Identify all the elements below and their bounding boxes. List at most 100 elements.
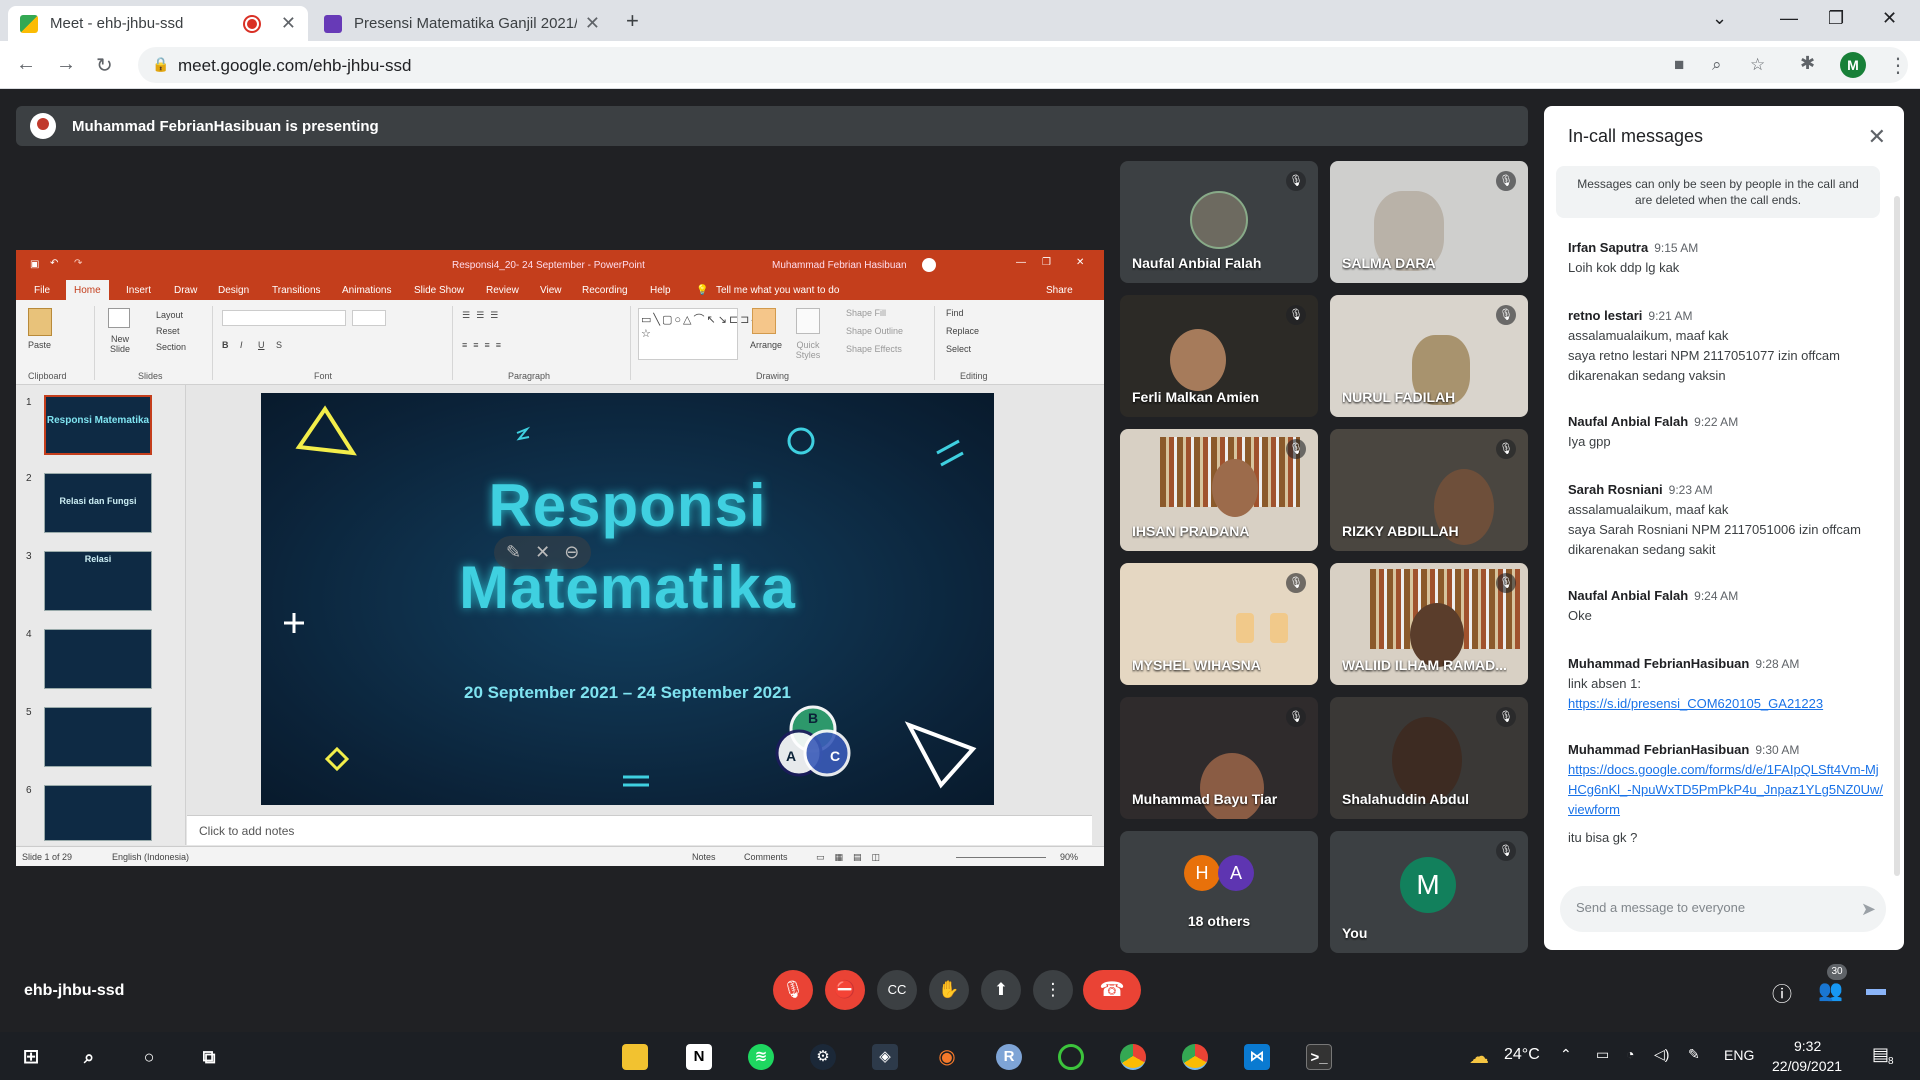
notes-toggle[interactable]: Notes xyxy=(692,852,716,862)
close-tab-icon[interactable]: ✕ xyxy=(585,13,600,34)
chrome-profile-icon[interactable] xyxy=(1182,1044,1208,1070)
shapes-gallery[interactable]: ▭╲▢○△⌒↖↘⊏⊐{}☆ xyxy=(638,308,761,360)
ppt-tab-insert[interactable]: Insert xyxy=(126,285,151,296)
italic-icon[interactable]: I xyxy=(240,340,243,350)
language-indicator[interactable]: ENG xyxy=(1724,1047,1754,1063)
send-icon[interactable]: ➤ xyxy=(1861,899,1876,920)
volume-icon[interactable]: ◁) xyxy=(1654,1046,1669,1063)
remove-icon[interactable]: ⊖ xyxy=(564,542,579,563)
participant-tile[interactable]: 🎙 NURUL FADILAH xyxy=(1330,295,1528,417)
wifi-icon[interactable]: ◔ xyxy=(1626,1046,1634,1062)
comments-toggle[interactable]: Comments xyxy=(744,852,788,862)
ppt-tab-recording[interactable]: Recording xyxy=(582,285,628,296)
shadow-icon[interactable]: S xyxy=(276,340,282,350)
ppt-tab-help[interactable]: Help xyxy=(650,285,671,296)
reload-icon[interactable]: ↻ xyxy=(96,53,113,78)
participant-tile[interactable]: 🎙 IHSAN PRADANA xyxy=(1120,429,1318,551)
quick-styles-icon[interactable] xyxy=(796,308,820,334)
omnibox[interactable]: 🔒 meet.google.com/ehb-jhbu-ssd ■ ⌕ ☆ xyxy=(138,47,1908,83)
quick-styles-button[interactable]: Quick Styles xyxy=(792,340,824,360)
paste-icon[interactable] xyxy=(28,308,52,336)
arrange-icon[interactable] xyxy=(752,308,776,334)
ppt-tab-draw[interactable]: Draw xyxy=(174,285,197,296)
clock-date[interactable]: 22/09/2021 xyxy=(1772,1058,1842,1074)
minimize-icon[interactable]: — xyxy=(1780,8,1798,29)
clock-time[interactable]: 9:32 xyxy=(1794,1038,1821,1054)
more-options-button[interactable]: ⋮ xyxy=(1033,970,1073,1010)
vscode-icon[interactable]: ⋈ xyxy=(1244,1044,1270,1070)
font-size-dropdown[interactable] xyxy=(352,310,386,326)
chat-message-input[interactable]: Send a message to everyone xyxy=(1560,886,1886,932)
participant-tile[interactable]: 🎙 SALMA DARA xyxy=(1330,161,1528,283)
redo-icon[interactable]: ↷ xyxy=(74,258,82,269)
ppt-restore-icon[interactable]: ❐ xyxy=(1042,257,1051,268)
reset-button[interactable]: Reset xyxy=(156,326,180,336)
participant-tile[interactable]: 🎙 WALIID ILHAM RAMAD... xyxy=(1330,563,1528,685)
participant-tile[interactable]: 🎙 Ferli Malkan Amien xyxy=(1120,295,1318,417)
chat-icon[interactable]: ▬ xyxy=(1866,978,1886,1001)
shape-outline-button[interactable]: Shape Outline xyxy=(846,326,903,336)
participant-tile[interactable]: 🎙 Naufal Anbial Falah xyxy=(1120,161,1318,283)
weather-temp[interactable]: 24°C xyxy=(1504,1046,1540,1064)
message-link[interactable]: https://docs.google.com/forms/d/e/1FAIpQ… xyxy=(1568,760,1884,820)
ppt-user-avatar[interactable] xyxy=(922,258,936,272)
arrange-button[interactable]: Arrange xyxy=(750,340,782,350)
tab-meet[interactable]: Meet - ehb-jhbu-ssd ✕ xyxy=(8,6,308,41)
message-link[interactable]: https://s.id/presensi_COM620105_GA21223 xyxy=(1568,694,1884,714)
forward-icon[interactable]: → xyxy=(56,53,76,76)
ppt-tab-view[interactable]: View xyxy=(540,285,562,296)
restore-icon[interactable]: ❐ xyxy=(1828,8,1844,29)
save-icon[interactable]: ▣ xyxy=(30,259,39,270)
current-slide[interactable]: B A C Responsi Matematika 20 September 2… xyxy=(261,393,994,805)
file-explorer-icon[interactable] xyxy=(622,1044,648,1070)
raise-hand-button[interactable]: ✋ xyxy=(929,970,969,1010)
bullets-icon[interactable]: ☰☰☰ xyxy=(462,310,504,321)
profile-avatar[interactable]: M xyxy=(1840,52,1866,78)
font-name-dropdown[interactable] xyxy=(222,310,346,326)
ppt-tab-review[interactable]: Review xyxy=(486,285,519,296)
select-button[interactable]: Select xyxy=(946,344,971,354)
find-button[interactable]: Find xyxy=(946,308,964,318)
participant-tile[interactable]: 🎙 Muhammad Bayu Tiar xyxy=(1120,697,1318,819)
chrome-menu-icon[interactable]: ⋮ xyxy=(1888,53,1908,78)
tab-search-icon[interactable]: ⌄ xyxy=(1712,8,1727,29)
r-icon[interactable]: R xyxy=(996,1044,1022,1070)
slide-thumbnail[interactable] xyxy=(44,785,152,841)
slide-thumbnail[interactable]: Relasi dan Fungsi xyxy=(44,473,152,533)
align-icon[interactable]: ≡≡≡≡ xyxy=(462,340,507,350)
spotify-icon[interactable]: ≋ xyxy=(748,1044,774,1070)
new-tab-button[interactable]: + xyxy=(626,8,639,34)
davinci-icon[interactable]: ◈ xyxy=(872,1044,898,1070)
tab-presensi[interactable]: Presensi Matematika Ganjil 2021/ ✕ xyxy=(312,6,612,41)
present-button[interactable]: ⬆ xyxy=(981,970,1021,1010)
underline-icon[interactable]: U xyxy=(258,340,265,350)
pin-icon[interactable]: ✎ xyxy=(506,542,521,563)
language-indicator[interactable]: English (Indonesia) xyxy=(112,852,189,862)
mute-audio-icon[interactable]: ✕ xyxy=(535,542,550,563)
notes-pane[interactable]: Click to add notes xyxy=(187,815,1092,845)
tray-chevron-icon[interactable]: ⌃ xyxy=(1560,1046,1572,1063)
camera-icon[interactable]: ■ xyxy=(1674,55,1684,75)
steam-icon[interactable]: ⚙ xyxy=(810,1044,836,1070)
windows-start-icon[interactable]: ⊞ xyxy=(18,1044,44,1070)
ppt-tab-transitions[interactable]: Transitions xyxy=(272,285,321,296)
mic-toggle-button[interactable]: 🎙 xyxy=(773,970,813,1010)
close-icon[interactable]: ✕ xyxy=(1868,124,1886,150)
pen-icon[interactable]: ✎ xyxy=(1688,1046,1700,1063)
shape-fill-button[interactable]: Shape Fill xyxy=(846,308,886,318)
participant-tile[interactable]: 🎙 RIZKY ABDILLAH xyxy=(1330,429,1528,551)
slide-thumbnail[interactable] xyxy=(44,629,152,689)
layout-button[interactable]: Layout xyxy=(156,310,183,320)
shape-effects-button[interactable]: Shape Effects xyxy=(846,344,902,354)
slide-thumbnail[interactable]: Relasi xyxy=(44,551,152,611)
bold-icon[interactable]: B xyxy=(222,340,229,350)
paste-button[interactable]: Paste xyxy=(28,340,51,350)
others-tile[interactable]: H A 18 others xyxy=(1120,831,1318,953)
view-buttons[interactable]: ▭▦▤◫ xyxy=(816,852,890,863)
self-tile[interactable]: M 🎙 You xyxy=(1330,831,1528,953)
captions-button[interactable]: CC xyxy=(877,970,917,1010)
notifications-icon[interactable]: ▤ xyxy=(1872,1044,1889,1065)
lock-icon[interactable]: 🔒 xyxy=(152,56,169,73)
url-text[interactable]: meet.google.com/ehb-jhbu-ssd xyxy=(178,56,411,76)
battery-icon[interactable]: ▭ xyxy=(1596,1046,1609,1063)
